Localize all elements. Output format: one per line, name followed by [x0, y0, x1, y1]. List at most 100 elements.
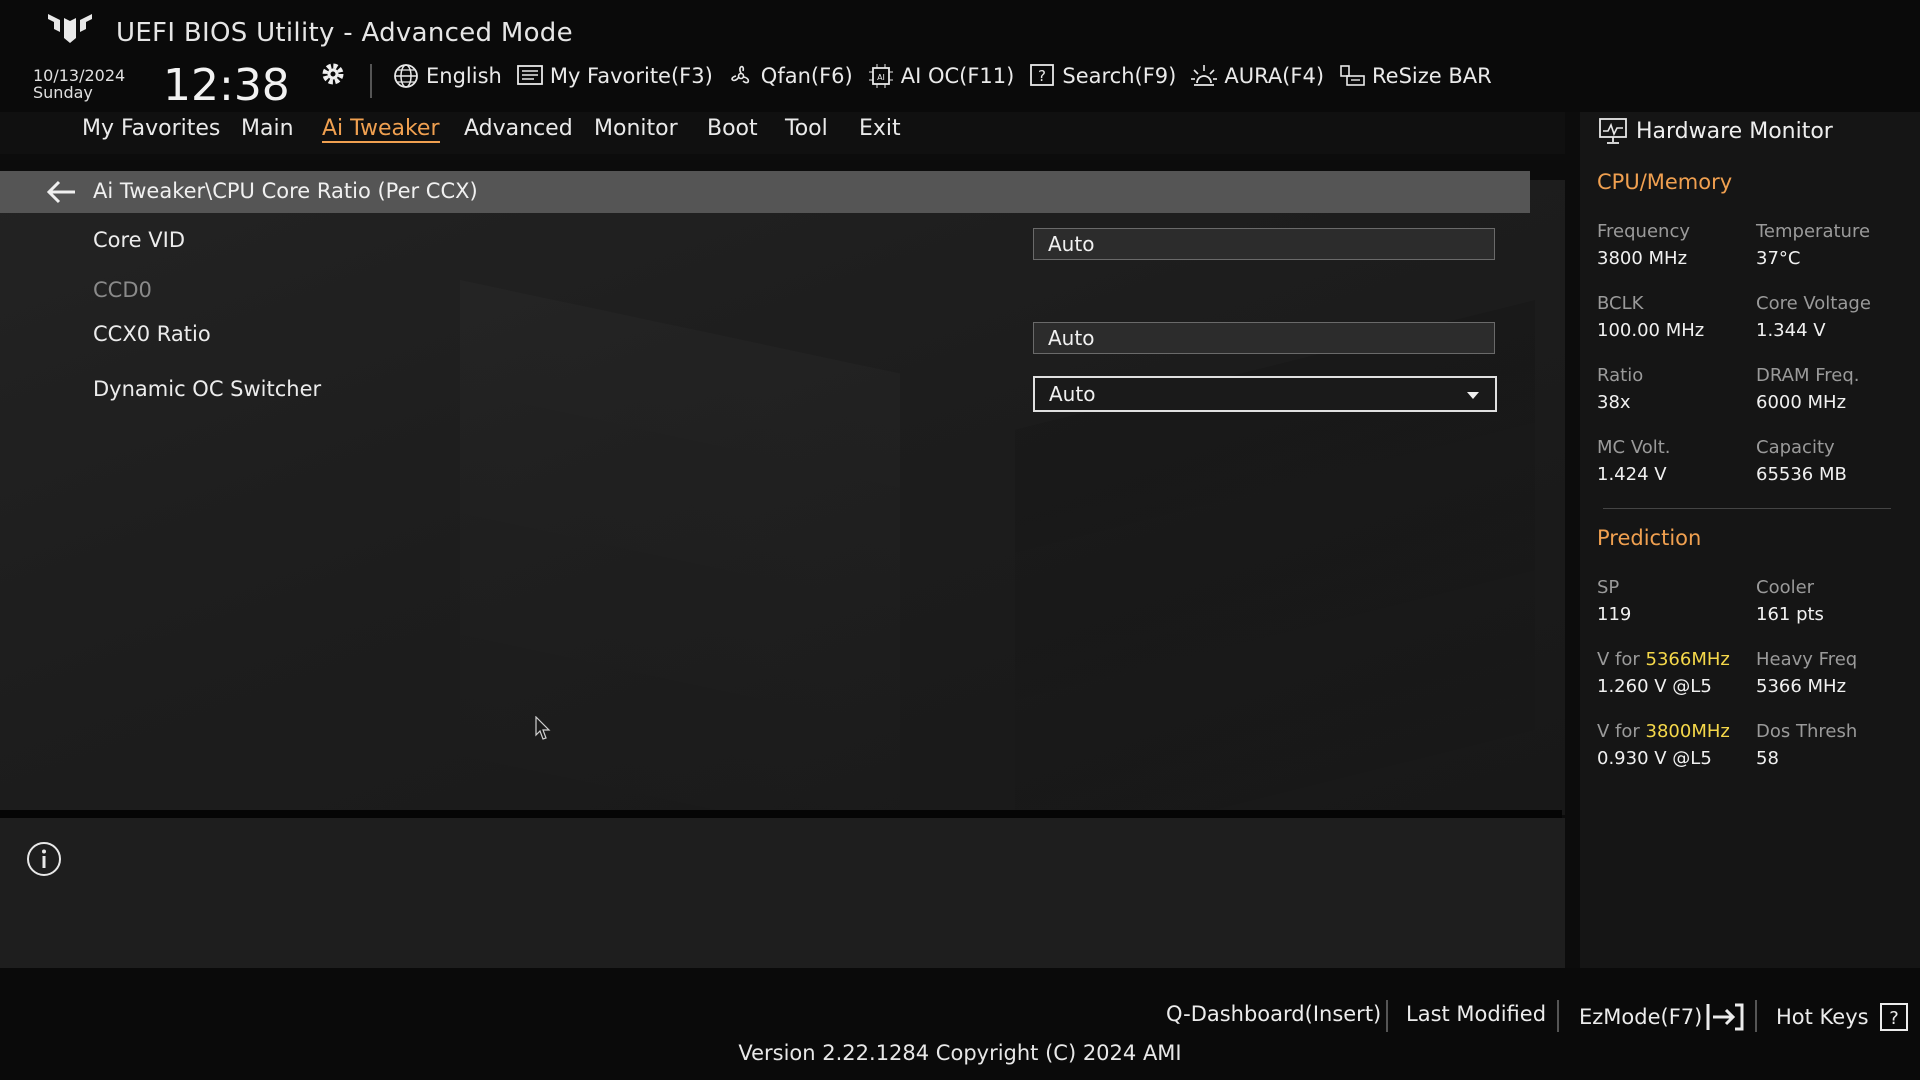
cpu-memory-heading: CPU/Memory	[1597, 170, 1733, 194]
cooler-value: 161 pts	[1756, 604, 1824, 625]
dos-thresh-value: 58	[1756, 748, 1779, 769]
clock-time[interactable]: 12:38	[163, 60, 290, 111]
info-icon	[27, 842, 61, 876]
ezmode-label: EzMode(F7)	[1579, 1005, 1703, 1029]
ai-oc-label: AI OC(F11)	[900, 64, 1015, 88]
footer-divider	[1755, 1000, 1757, 1032]
hardware-monitor-title: Hardware Monitor	[1598, 117, 1833, 145]
aura-label: AURA(F4)	[1224, 64, 1325, 88]
header-divider	[370, 64, 372, 98]
search-label: Search(F9)	[1062, 64, 1177, 88]
dynamic-oc-switcher-value: Auto	[1049, 382, 1096, 406]
my-favorite-label: My Favorite(F3)	[549, 64, 713, 88]
tab-main[interactable]: Main	[241, 116, 294, 141]
capacity-value: 65536 MB	[1756, 464, 1847, 485]
language-label: English	[426, 64, 502, 88]
ratio-value: 38x	[1597, 392, 1631, 413]
ratio-label: Ratio	[1597, 365, 1644, 386]
svg-text:?: ?	[1038, 67, 1046, 85]
favorite-list-icon	[516, 62, 544, 90]
capacity-label: Capacity	[1756, 437, 1835, 458]
core-voltage-value: 1.344 V	[1756, 320, 1826, 341]
q-dashboard-button[interactable]: Q-Dashboard(Insert)	[1166, 1002, 1381, 1026]
monitor-icon	[1599, 118, 1627, 144]
hardware-monitor-title-text: Hardware Monitor	[1636, 118, 1833, 144]
ai-chip-icon: AI	[867, 62, 895, 90]
gear-icon[interactable]	[319, 60, 347, 88]
frequency-label: Frequency	[1597, 221, 1690, 242]
hardware-monitor-divider	[1603, 508, 1891, 509]
my-favorite-button[interactable]: My Favorite(F3)	[516, 62, 713, 90]
aura-light-icon	[1190, 62, 1218, 90]
back-arrow-icon[interactable]	[45, 179, 77, 205]
tab-exit[interactable]: Exit	[859, 116, 901, 141]
fan-icon	[727, 62, 755, 90]
aura-button[interactable]: AURA(F4)	[1190, 62, 1324, 90]
v-for-high-value: 1.260 V @L5	[1597, 676, 1712, 697]
breadcrumb-path: Ai Tweaker\CPU Core Ratio (Per CCX)	[93, 179, 478, 203]
bclk-value: 100.00 MHz	[1597, 320, 1705, 341]
last-modified-button[interactable]: Last Modified	[1406, 1002, 1546, 1026]
ccx0-ratio-input[interactable]: Auto	[1033, 322, 1495, 354]
tab-ai-tweaker[interactable]: Ai Tweaker	[322, 116, 440, 143]
v-for-high-freq: 5366MHz	[1645, 649, 1730, 670]
chevron-down-icon	[1467, 392, 1479, 399]
main-nav: My Favorites Main Ai Tweaker Advanced Mo…	[0, 112, 1565, 154]
qfan-label: Qfan(F6)	[760, 64, 853, 88]
mc-volt-value: 1.424 V	[1597, 464, 1667, 485]
core-voltage-label: Core Voltage	[1756, 293, 1871, 314]
dynamic-oc-switcher-select[interactable]: Auto	[1033, 376, 1497, 412]
qfan-button[interactable]: Qfan(F6)	[727, 62, 853, 90]
hot-keys-label: Hot Keys	[1776, 1005, 1869, 1029]
search-help-icon: ?	[1028, 62, 1056, 90]
tab-tool[interactable]: Tool	[785, 116, 828, 141]
core-vid-label: Core VID	[93, 228, 186, 252]
ezmode-button[interactable]: EzMode(F7)	[1579, 1002, 1745, 1032]
svg-text:?: ?	[1889, 1008, 1899, 1029]
heavy-freq-value: 5366 MHz	[1756, 676, 1847, 697]
date-text: 10/13/2024	[33, 66, 126, 85]
v-for-low-value: 0.930 V @L5	[1597, 748, 1712, 769]
exit-to-ezmode-icon	[1706, 1003, 1744, 1031]
search-button[interactable]: ? Search(F9)	[1028, 62, 1176, 90]
resize-bar-label: ReSize BAR	[1372, 64, 1492, 88]
sp-value: 119	[1597, 604, 1632, 625]
svg-text:AI: AI	[877, 73, 885, 82]
header-toolbar: English My Favorite(F3) Qfan(F6) AI AI O…	[392, 62, 1506, 90]
tab-my-favorites[interactable]: My Favorites	[82, 116, 220, 141]
heavy-freq-label: Heavy Freq	[1756, 649, 1858, 670]
help-question-icon: ?	[1879, 1003, 1908, 1031]
app-title: UEFI BIOS Utility - Advanced Mode	[116, 18, 573, 48]
tuf-logo-icon	[48, 14, 92, 43]
tab-monitor[interactable]: Monitor	[594, 116, 678, 141]
version-text: Version 2.22.1284 Copyright (C) 2024 AMI	[738, 1041, 1182, 1065]
v-for-prefix: V for	[1597, 649, 1646, 670]
mc-volt-label: MC Volt.	[1597, 437, 1671, 458]
tab-boot[interactable]: Boot	[707, 116, 758, 141]
tab-advanced[interactable]: Advanced	[464, 116, 573, 141]
dos-thresh-label: Dos Thresh	[1756, 721, 1858, 742]
v-for-low-label: V for 3800MHz	[1597, 721, 1730, 742]
language-button[interactable]: English	[392, 62, 502, 90]
frequency-value: 3800 MHz	[1597, 248, 1688, 269]
day-text: Sunday	[33, 83, 93, 102]
sp-label: SP	[1597, 577, 1620, 598]
hot-keys-button[interactable]: Hot Keys ?	[1776, 1002, 1909, 1032]
prediction-heading: Prediction	[1597, 526, 1702, 550]
help-divider	[0, 810, 1562, 818]
globe-icon	[392, 62, 420, 90]
footer-divider	[1386, 1000, 1388, 1032]
main-panel-background	[0, 180, 1565, 815]
dram-freq-value: 6000 MHz	[1756, 392, 1847, 413]
help-panel	[0, 818, 1565, 968]
date-display: 10/13/2024 Sunday	[33, 67, 125, 101]
ccx0-ratio-label: CCX0 Ratio	[93, 322, 211, 346]
temperature-label: Temperature	[1756, 221, 1871, 242]
core-vid-input[interactable]: Auto	[1033, 228, 1495, 260]
resize-bar-button[interactable]: ReSize BAR	[1338, 62, 1492, 90]
ai-oc-button[interactable]: AI AI OC(F11)	[867, 62, 1015, 90]
breadcrumb: Ai Tweaker\CPU Core Ratio (Per CCX)	[0, 171, 1530, 213]
v-for-low-freq: 3800MHz	[1645, 721, 1730, 742]
ccd0-heading: CCD0	[93, 278, 152, 302]
bclk-label: BCLK	[1597, 293, 1644, 314]
